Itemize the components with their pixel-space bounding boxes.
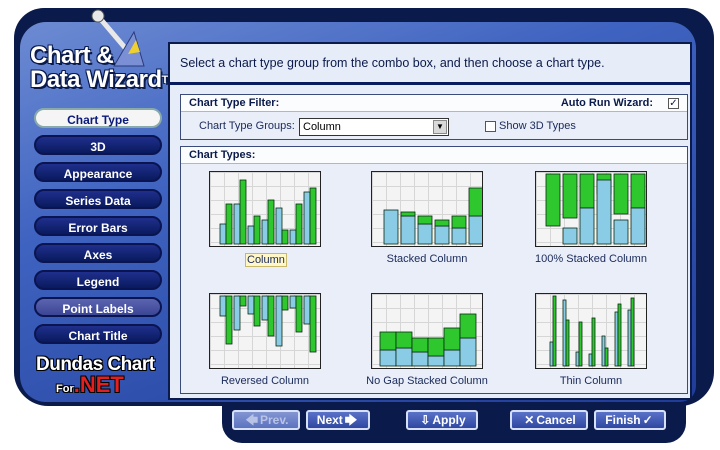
auto-run-checkbox[interactable]: ✓ — [668, 98, 679, 109]
chart-types-title: Chart Types: — [181, 147, 687, 164]
arrow-right-icon: 🡆 — [344, 413, 358, 427]
next-button[interactable]: Next 🡆 — [306, 410, 370, 430]
content-panel: Select a chart type group from the combo… — [168, 42, 692, 400]
apply-label: Apply — [432, 413, 466, 427]
cancel-label: Cancel — [536, 413, 576, 427]
wizard-window: Chart & Data WizardTM Chart Type 3D Appear… — [0, 0, 720, 450]
100-stacked-column-chart-icon[interactable] — [535, 171, 647, 247]
nav-item-appearance[interactable]: Appearance — [34, 162, 162, 182]
nav-item-series-data[interactable]: Series Data — [34, 189, 162, 209]
prev-button[interactable]: 🡄 Prev. — [232, 410, 300, 430]
finish-button[interactable]: Finish ✓ — [594, 410, 666, 430]
close-icon: ✕ — [524, 413, 535, 427]
brand-for: For — [56, 383, 74, 395]
thin-column-chart-icon[interactable] — [535, 293, 647, 369]
arrow-left-icon: 🡄 — [245, 413, 258, 427]
brand-net: .NET — [73, 372, 124, 397]
logo-line2: Data Wizard — [30, 66, 162, 93]
auto-run-label: Auto Run Wizard: — [560, 97, 653, 109]
show-3d-checkbox[interactable] — [485, 121, 496, 132]
arrow-down-icon: ⇩ — [420, 413, 431, 427]
dundas-logo: Dundas Chart For.NET — [36, 354, 164, 398]
groups-label: Chart Type Groups: — [199, 120, 295, 132]
chart-type-label[interactable]: No Gap Stacked Column — [347, 375, 507, 387]
instructions-text: Select a chart type group from the combo… — [180, 56, 605, 70]
chart-type-label[interactable]: 100% Stacked Column — [511, 253, 671, 265]
logo-line1: Chart & — [30, 42, 114, 69]
chart-type-label[interactable]: Stacked Column — [347, 253, 507, 265]
column-chart-icon[interactable] — [209, 171, 321, 247]
chart-type-label[interactable]: Reversed Column — [185, 375, 345, 387]
nav-item-axes[interactable]: Axes — [34, 243, 162, 263]
cancel-button[interactable]: ✕ Cancel — [510, 410, 588, 430]
nav-item-chart-type[interactable]: Chart Type — [34, 108, 162, 128]
groups-value: Column — [303, 121, 341, 133]
chart-type-label[interactable]: Column — [245, 253, 287, 267]
nav-item-legend[interactable]: Legend — [34, 270, 162, 290]
chart-types-group: Chart Types: Column Stacked Column 100% St… — [180, 146, 688, 394]
nav-item-point-labels[interactable]: Point Labels — [34, 297, 162, 317]
chart-type-groups-select[interactable]: Column ▼ — [299, 118, 449, 136]
prev-label: Prev. — [259, 413, 289, 427]
stacked-column-chart-icon[interactable] — [371, 171, 483, 247]
show-3d-label: Show 3D Types — [499, 120, 576, 132]
reversed-column-chart-icon[interactable] — [209, 293, 321, 369]
finish-label: Finish — [605, 413, 641, 427]
apply-button[interactable]: ⇩ Apply — [406, 410, 478, 430]
next-label: Next — [316, 413, 343, 427]
chart-type-label[interactable]: Thin Column — [511, 375, 671, 387]
checkmark-icon: ✓ — [642, 413, 653, 427]
chart-type-filter-group: Chart Type Filter: Auto Run Wizard: ✓ Ch… — [180, 94, 688, 140]
chevron-down-icon[interactable]: ▼ — [433, 120, 447, 134]
wizard-logo: Chart & Data WizardTM — [30, 44, 177, 92]
no-gap-stacked-column-chart-icon[interactable] — [371, 293, 483, 369]
nav-item-3d[interactable]: 3D — [34, 135, 162, 155]
nav-item-error-bars[interactable]: Error Bars — [34, 216, 162, 236]
instructions-divider — [170, 82, 690, 85]
nav-item-chart-title[interactable]: Chart Title — [34, 324, 162, 344]
